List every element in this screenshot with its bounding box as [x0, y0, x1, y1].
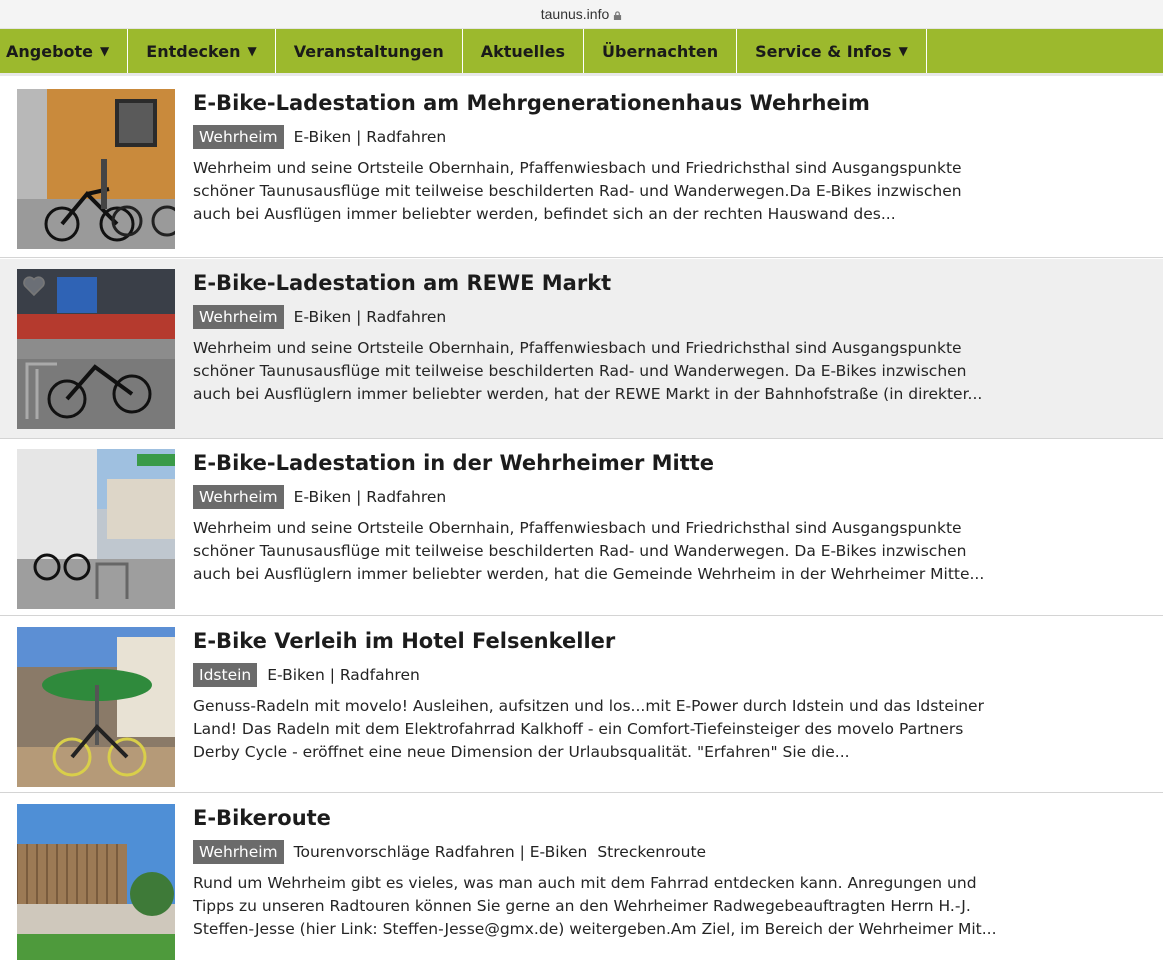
entry-description: Wehrheim und seine Ortsteile Obernhain, …	[193, 517, 1143, 586]
entry-description: Genuss-Radeln mit movelo! Ausleihen, auf…	[193, 695, 1143, 764]
location-tag[interactable]: Wehrheim	[193, 305, 284, 329]
entry-title[interactable]: E-Bike-Ladestation in der Wehrheimer Mit…	[193, 449, 1143, 477]
nav-item-angebote[interactable]: Angebote ▼	[0, 29, 129, 73]
nav-item-veranstaltungen[interactable]: Veranstaltungen	[276, 29, 463, 73]
description-line: Wehrheim und seine Ortsteile Obernhain, …	[193, 159, 962, 177]
description-line: Wehrheim und seine Ortsteile Obernhain, …	[193, 519, 962, 537]
description-line: auch bei Ausflüglern immer beliebter wer…	[193, 565, 985, 583]
entry-title[interactable]: E-Bike-Ladestation am REWE Markt	[193, 269, 1143, 297]
entry-thumbnail[interactable]	[17, 89, 175, 249]
entry-categories: E-Biken | Radfahren	[293, 488, 447, 506]
caret-down-icon: ▼	[898, 44, 908, 58]
list-item[interactable]: E-Bike-Ladestation am Mehrgenerationenha…	[0, 86, 1163, 258]
nav-label: Veranstaltungen	[293, 41, 444, 61]
list-item[interactable]: E-Bike Verleih im Hotel Felsenkeller Ids…	[0, 617, 1163, 793]
description-line: auch bei Ausflügen immer beliebter werde…	[193, 205, 896, 223]
nav-label: Entdecken	[146, 41, 241, 61]
description-line: Derby Cycle - eröffnet eine neue Dimensi…	[193, 743, 850, 761]
description-line: Steffen-Jesse (hier Link: Steffen-Jesse@…	[193, 920, 997, 938]
description-line: schöner Taunusausflüge mit teilweise bes…	[193, 362, 967, 380]
entry-title[interactable]: E-Bike Verleih im Hotel Felsenkeller	[193, 627, 1143, 655]
nav-item-service-infos[interactable]: Service & Infos ▼	[737, 29, 927, 73]
entry-title[interactable]: E-Bike-Ladestation am Mehrgenerationenha…	[193, 89, 1143, 117]
entry-thumbnail[interactable]	[17, 449, 175, 609]
entry-description: Rund um Wehrheim gibt es vieles, was man…	[193, 872, 1143, 941]
heart-outline-icon[interactable]	[22, 275, 46, 297]
list-item[interactable]: E-Bike-Ladestation in der Wehrheimer Mit…	[0, 440, 1163, 616]
location-tag[interactable]: Wehrheim	[193, 485, 284, 509]
list-item[interactable]: E-Bikeroute Wehrheim Tourenvorschläge Ra…	[0, 794, 1163, 960]
list-item[interactable]: E-Bike-Ladestation am REWE Markt Wehrhei…	[0, 259, 1163, 439]
address-bar[interactable]: taunus.info	[0, 0, 1163, 29]
entry-categories: Tourenvorschläge Radfahren | E-Biken	[293, 843, 588, 861]
entry-categories: E-Biken | Radfahren	[293, 128, 447, 146]
description-line: auch bei Ausflüglern immer beliebter wer…	[193, 385, 983, 403]
location-tag[interactable]: Wehrheim	[193, 125, 284, 149]
location-tag[interactable]: Wehrheim	[193, 840, 284, 864]
main-navigation: Angebote ▼ Entdecken ▼ Veranstaltungen A…	[0, 29, 1163, 76]
nav-item-entdecken[interactable]: Entdecken ▼	[128, 29, 276, 73]
nav-label: Angebote	[6, 41, 94, 61]
entry-thumbnail[interactable]	[17, 627, 175, 787]
nav-item-uebernachten[interactable]: Übernachten	[584, 29, 738, 73]
description-line: schöner Taunusausflüge mit teilweise bes…	[193, 542, 967, 560]
entry-thumbnail[interactable]	[17, 804, 175, 960]
entry-categories: E-Biken | Radfahren	[267, 666, 420, 684]
description-line: Genuss-Radeln mit movelo! Ausleihen, auf…	[193, 697, 984, 715]
entry-title[interactable]: E-Bikeroute	[193, 804, 1143, 832]
description-line: Rund um Wehrheim gibt es vieles, was man…	[193, 874, 977, 892]
description-line: schöner Taunusausflüge mit teilweise bes…	[193, 182, 962, 200]
nav-item-aktuelles[interactable]: Aktuelles	[463, 29, 584, 73]
caret-down-icon: ▼	[100, 44, 110, 58]
caret-down-icon: ▼	[247, 44, 257, 58]
entry-description: Wehrheim und seine Ortsteile Obernhain, …	[193, 157, 1143, 226]
location-tag[interactable]: Idstein	[193, 663, 258, 687]
nav-label: Übernachten	[602, 41, 719, 61]
nav-label: Service & Infos	[755, 41, 892, 61]
description-line: Tipps zu unseren Radtouren können Sie ge…	[193, 897, 971, 915]
lock-icon	[614, 10, 622, 20]
description-line: Land! Das Radeln mit dem Elektrofahrrad …	[193, 720, 964, 738]
url-text: taunus.info	[540, 6, 610, 22]
entry-categories: E-Biken | Radfahren	[293, 308, 447, 326]
route-type-label: Streckenroute	[597, 843, 707, 861]
description-line: Wehrheim und seine Ortsteile Obernhain, …	[193, 339, 962, 357]
entry-description: Wehrheim und seine Ortsteile Obernhain, …	[193, 337, 1143, 406]
nav-label: Aktuelles	[480, 41, 565, 61]
